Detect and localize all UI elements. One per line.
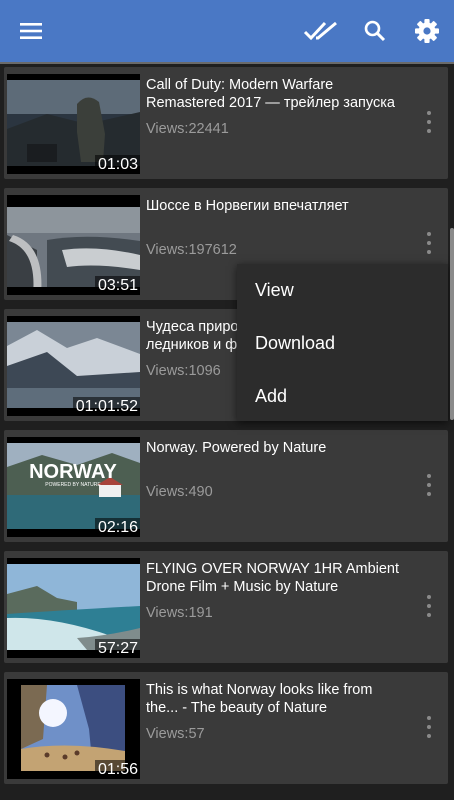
more-options-icon[interactable] bbox=[422, 716, 436, 738]
thumbnail-logo-subtext: POWERED BY NATURE bbox=[45, 482, 101, 488]
more-options-icon[interactable] bbox=[422, 474, 436, 496]
context-menu: View Download Add bbox=[237, 264, 448, 421]
video-duration: 01:56 bbox=[94, 760, 140, 779]
menu-item-view[interactable]: View bbox=[237, 264, 448, 317]
menu-item-download[interactable]: Download bbox=[237, 317, 448, 370]
hamburger-menu-icon[interactable] bbox=[14, 14, 48, 48]
video-duration: 01:03 bbox=[94, 155, 140, 174]
video-list-item[interactable]: NORWAY POWERED BY NATURE 02:16 Norway. P… bbox=[4, 430, 448, 542]
video-thumbnail[interactable]: NORWAY POWERED BY NATURE 02:16 bbox=[7, 437, 140, 537]
video-thumbnail[interactable]: 01:56 bbox=[7, 679, 140, 779]
video-duration: 03:51 bbox=[94, 276, 140, 295]
video-list-item[interactable]: 01:03 Call of Duty: Modern Warfare Remas… bbox=[4, 67, 448, 179]
video-title: Norway. Powered by Nature bbox=[146, 440, 327, 456]
menu-item-add[interactable]: Add bbox=[237, 370, 448, 423]
more-options-icon[interactable] bbox=[422, 595, 436, 617]
video-title: FLYING OVER NORWAY 1HR Ambient Drone Fil… bbox=[146, 561, 400, 595]
more-options-icon[interactable] bbox=[422, 232, 436, 254]
video-views: Views:22441 bbox=[146, 121, 229, 137]
double-check-icon[interactable] bbox=[302, 14, 342, 48]
video-thumbnail[interactable]: 01:03 bbox=[7, 74, 140, 174]
video-thumbnail[interactable]: 03:51 bbox=[7, 195, 140, 295]
more-options-icon[interactable] bbox=[422, 111, 436, 133]
video-views: Views:1096 bbox=[146, 363, 221, 379]
thumbnail-logo-text: NORWAY bbox=[29, 461, 117, 483]
scrollbar[interactable] bbox=[450, 228, 454, 420]
video-list-item[interactable]: 01:56 This is what Norway looks like fro… bbox=[4, 672, 448, 784]
app-bar bbox=[0, 0, 454, 64]
gear-icon[interactable] bbox=[410, 14, 444, 48]
video-list-item[interactable]: 57:27 FLYING OVER NORWAY 1HR Ambient Dro… bbox=[4, 551, 448, 663]
video-title: Call of Duty: Modern Warfare Remastered … bbox=[146, 77, 395, 111]
search-icon[interactable] bbox=[358, 14, 392, 48]
video-title: Шоссе в Норвегии впечатляет bbox=[146, 198, 349, 214]
video-thumbnail[interactable]: 01:01:52 bbox=[7, 316, 140, 416]
video-duration: 01:01:52 bbox=[72, 397, 140, 416]
video-views: Views:191 bbox=[146, 605, 213, 621]
video-duration: 02:16 bbox=[94, 518, 140, 537]
video-title: This is what Norway looks like from the.… bbox=[146, 682, 373, 716]
video-views: Views:197612 bbox=[146, 242, 237, 258]
video-thumbnail[interactable]: 57:27 bbox=[7, 558, 140, 658]
video-views: Views:490 bbox=[146, 484, 213, 500]
video-views: Views:57 bbox=[146, 726, 205, 742]
video-duration: 57:27 bbox=[94, 639, 140, 658]
